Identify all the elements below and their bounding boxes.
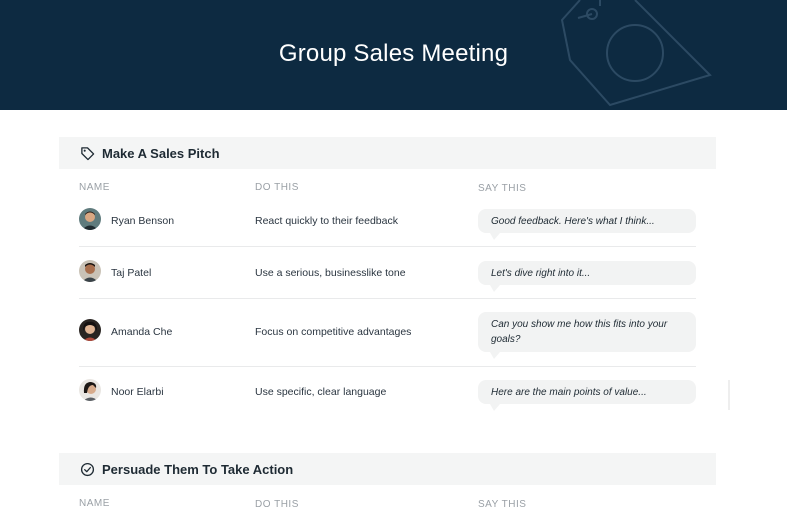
row-do-this: React quickly to their feedback	[255, 215, 398, 227]
say-this-bubble: Let's dive right into it...	[478, 261, 696, 292]
section-header-sales-pitch: Make A Sales Pitch	[59, 137, 716, 169]
row-do-this: Use a serious, businesslike tone	[255, 267, 406, 279]
row-name: Taj Patel	[111, 267, 152, 279]
section-header-persuade: Persuade Them To Take Action	[59, 453, 716, 485]
say-this-bubble: Here are the main points of value...	[478, 380, 696, 411]
row-do-this: Focus on competitive advantages	[255, 326, 412, 338]
row-do-this: Use specific, clear language	[255, 386, 387, 398]
say-this-text: Good feedback. Here's what I think...	[491, 215, 655, 227]
say-this-bubble: Can you show me how this fits into your …	[478, 312, 696, 359]
say-this-bubble: Good feedback. Here's what I think...	[478, 209, 696, 240]
column-header-say-this: SAY THIS	[478, 183, 527, 194]
say-this-text: Let's dive right into it...	[491, 267, 591, 279]
row-name: Amanda Che	[111, 326, 173, 338]
column-header-do-this: DO THIS	[255, 182, 299, 193]
page-header: Group Sales Meeting	[0, 0, 787, 110]
say-this-text: Here are the main points of value...	[491, 386, 647, 398]
avatar	[79, 319, 101, 341]
column-header-do-this: DO THIS	[255, 499, 299, 510]
scrollbar[interactable]	[728, 380, 730, 410]
avatar	[79, 379, 101, 401]
row-name: Ryan Benson	[111, 215, 175, 227]
say-this-text: Can you show me how this fits into your …	[491, 319, 668, 345]
tag-icon	[79, 145, 95, 161]
column-header-say-this: SAY THIS	[478, 499, 527, 510]
section-title: Make A Sales Pitch	[102, 145, 220, 161]
page-title: Group Sales Meeting	[278, 40, 509, 67]
section-title: Persuade Them To Take Action	[102, 461, 294, 477]
check-circle-icon	[79, 461, 95, 477]
avatar	[79, 208, 101, 230]
row-divider	[79, 298, 696, 299]
row-name: Noor Elarbi	[111, 386, 164, 398]
column-header-name: NAME	[79, 498, 110, 509]
row-divider	[79, 366, 696, 367]
column-header-name: NAME	[79, 182, 110, 193]
row-divider	[79, 246, 696, 247]
avatar	[79, 260, 101, 282]
